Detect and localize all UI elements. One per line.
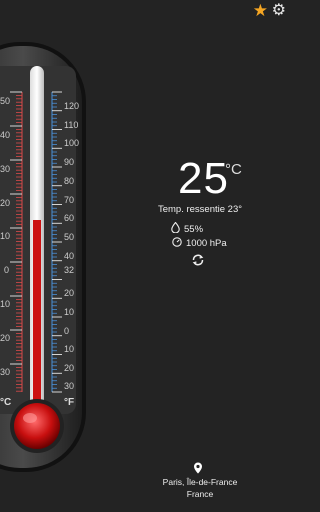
f-tick-label: 30	[64, 381, 75, 391]
f-tick-label: 20	[64, 363, 75, 373]
f-tick-label: 0	[64, 326, 70, 336]
gauge-icon	[172, 237, 182, 250]
celsius-unit-label: °C	[0, 397, 12, 408]
pressure-row: 1000 hPa	[172, 237, 227, 250]
c-tick-label: 50	[0, 96, 11, 106]
mercury-column	[33, 220, 41, 416]
f-tick-label: 70	[64, 195, 75, 205]
f-tick-label: 80	[64, 176, 75, 186]
c-tick-label: 0	[4, 265, 10, 275]
f-tick-label: 60	[64, 213, 75, 223]
f-tick-label: 20	[64, 288, 75, 298]
pressure-value: 1000 hPa	[186, 238, 227, 249]
thermometer-bulb	[14, 403, 60, 449]
top-bar: ★ ⚙	[228, 0, 288, 22]
f-tick-label: 110	[64, 120, 79, 130]
thermometer-graphic	[0, 42, 86, 472]
location-city: Paris, Île-de-France	[162, 477, 238, 487]
c-tick-label: 10	[0, 299, 11, 309]
f-tick-label: 40	[64, 251, 75, 261]
feels-like-text: Temp. ressentie 23°	[157, 204, 243, 215]
f-tick-label: 10	[64, 344, 75, 354]
c-tick-label: 20	[0, 198, 11, 208]
droplet-icon	[171, 221, 180, 236]
refresh-icon[interactable]	[191, 253, 205, 270]
thermometer: 50 40 30 20 10 0 10 20 30 °C 120 110 100…	[0, 0, 110, 512]
f-tick-label: 10	[64, 307, 75, 317]
humidity-value: 55%	[184, 223, 204, 235]
f-tick-label: 120	[64, 101, 80, 111]
humidity-row: 55%	[171, 221, 204, 236]
location-pin-icon[interactable]	[193, 462, 203, 477]
star-icon[interactable]: ★	[253, 1, 268, 21]
c-tick-label: 10	[0, 231, 11, 241]
fahrenheit-unit-label: °F	[64, 397, 75, 408]
c-tick-label: 30	[0, 367, 11, 377]
c-tick-label: 30	[0, 164, 11, 174]
f-tick-label: 50	[64, 232, 75, 242]
temperature-value: 25	[178, 154, 229, 203]
f-tick-label: 100	[64, 138, 80, 148]
location-country: France	[186, 489, 214, 499]
gear-icon[interactable]: ⚙	[272, 1, 286, 21]
temperature-unit: °C	[225, 161, 242, 178]
c-tick-label: 40	[0, 130, 11, 140]
f-tick-label: 90	[64, 157, 75, 167]
c-tick-label: 20	[0, 333, 11, 343]
f-tick-label: 32	[64, 265, 75, 275]
